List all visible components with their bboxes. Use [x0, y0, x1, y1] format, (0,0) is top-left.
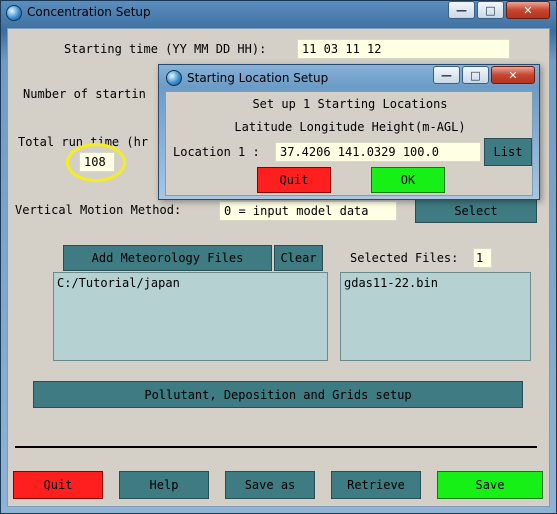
starting-time-input[interactable]: 11 03 11 12	[297, 39, 510, 59]
selected-files-count: 1	[473, 248, 492, 268]
selected-files-list[interactable]: gdas11-22.bin	[340, 272, 531, 361]
vertical-motion-label: Vertical Motion Method:	[15, 203, 182, 217]
dialog-subheading: Latitude Longitude Height(m-AGL)	[234, 120, 466, 134]
divider	[15, 446, 537, 448]
total-run-time-input[interactable]: 108	[79, 152, 115, 172]
dialog-client-area: Set up 1 Starting Locations Latitude Lon…	[165, 91, 533, 196]
starting-time-label: Starting time (YY MM DD HH):	[64, 42, 267, 56]
hysplit-globe-icon	[6, 5, 22, 21]
location-1-input[interactable]: 37.4206 141.0329 100.0	[275, 142, 481, 162]
save-as-button[interactable]: Save as	[225, 471, 315, 499]
dialog-quit-button[interactable]: Quit	[257, 167, 331, 193]
vertical-motion-input[interactable]: 0 = input model data	[219, 201, 397, 221]
save-button[interactable]: Save	[437, 471, 543, 499]
clear-button[interactable]: Clear	[274, 245, 323, 271]
dialog-ok-button[interactable]: OK	[371, 167, 445, 193]
minimize-icon[interactable]: —	[433, 66, 460, 84]
dialog-title: Starting Location Setup	[187, 71, 329, 85]
minimize-icon[interactable]: —	[448, 1, 475, 19]
number-of-starting-label: Number of startin	[23, 87, 146, 101]
vertical-motion-select-button[interactable]: Select	[415, 198, 537, 223]
help-button[interactable]: Help	[119, 471, 209, 499]
maximize-icon[interactable]: □	[477, 1, 504, 19]
maximize-icon[interactable]: □	[462, 66, 489, 84]
hysplit-globe-icon	[166, 70, 182, 86]
main-titlebar[interactable]: Concentration Setup — □ ✕	[0, 0, 557, 28]
quit-button[interactable]: Quit	[13, 471, 103, 499]
selected-files-label: Selected Files:	[350, 251, 459, 265]
list-button[interactable]: List	[484, 138, 532, 166]
close-icon[interactable]: ✕	[491, 66, 535, 84]
window-title: Concentration Setup	[27, 5, 151, 19]
dialog-heading: Set up 1 Starting Locations	[252, 97, 448, 111]
retrieve-button[interactable]: Retrieve	[331, 471, 421, 499]
location-1-label: Location 1 :	[173, 145, 260, 159]
starting-location-dialog: Starting Location Setup — □ ✕ Set up 1 S…	[158, 64, 540, 200]
meteorology-directory-list[interactable]: C:/Tutorial/japan	[53, 272, 328, 361]
list-item[interactable]: gdas11-22.bin	[344, 276, 527, 290]
pollutant-deposition-grids-button[interactable]: Pollutant, Deposition and Grids setup	[33, 381, 523, 408]
close-icon[interactable]: ✕	[506, 1, 550, 19]
list-item[interactable]: C:/Tutorial/japan	[57, 276, 324, 290]
add-meteorology-files-button[interactable]: Add Meteorology Files	[63, 245, 272, 271]
